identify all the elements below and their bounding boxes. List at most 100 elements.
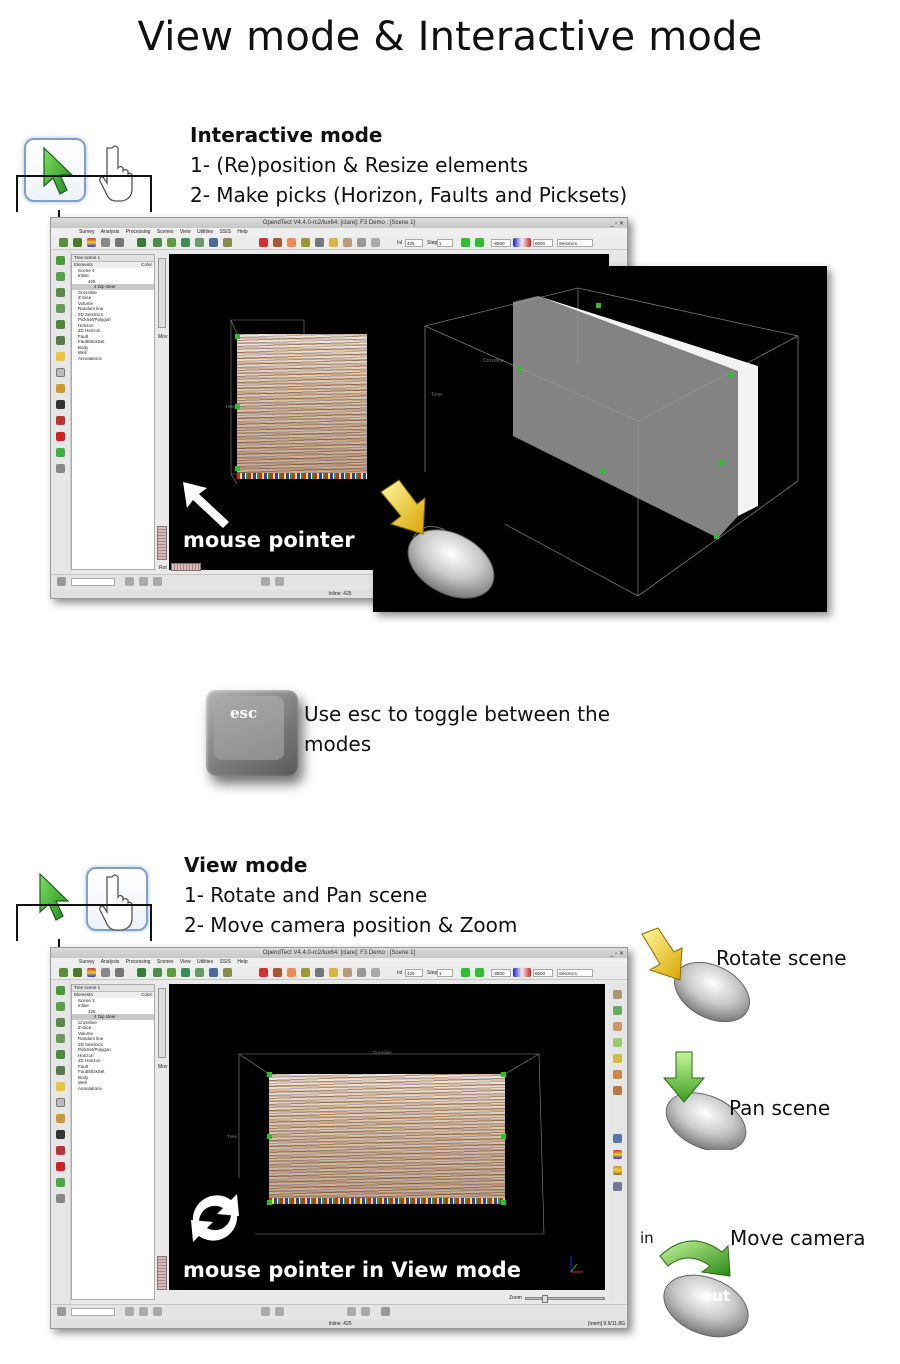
right-tool-icon[interactable]	[613, 1182, 622, 1191]
zoom-slider[interactable]	[525, 1295, 605, 1303]
cross-icon[interactable]	[115, 238, 124, 247]
handle-dot[interactable]	[267, 1200, 272, 1205]
menu-analysis[interactable]: Analysis	[101, 959, 120, 965]
zoom-tool-icon[interactable]	[56, 272, 65, 281]
wizard-icon[interactable]	[153, 968, 162, 977]
menu-processing[interactable]: Processing	[126, 959, 151, 965]
prev-arrow-icon[interactable]	[461, 968, 470, 977]
window-controls[interactable]: _ ▫ ✕	[610, 219, 624, 229]
colortable-select[interactable]: Seismics	[557, 239, 593, 247]
scissors-icon[interactable]	[57, 577, 66, 586]
handle-dot[interactable]	[501, 1200, 506, 1205]
colorbar-icon[interactable]	[513, 238, 531, 247]
crossplot-icon[interactable]	[273, 968, 282, 977]
colorbar-icon[interactable]	[513, 968, 531, 977]
tree-item[interactable]: Annotations	[72, 356, 154, 362]
survey-icon[interactable]	[59, 968, 68, 977]
handle-dot[interactable]	[501, 1072, 506, 1077]
mov-slider[interactable]	[158, 258, 166, 328]
ruler-tool-icon[interactable]	[56, 448, 65, 457]
connect-icon[interactable]	[153, 1307, 162, 1316]
chart-icon[interactable]	[223, 238, 232, 247]
handle-dot[interactable]	[601, 468, 606, 473]
menu-help[interactable]: Help	[237, 229, 247, 235]
pencil-tool-icon[interactable]	[56, 352, 65, 361]
import-icon[interactable]	[73, 968, 82, 977]
fit-tool-icon[interactable]	[56, 1034, 65, 1043]
3d-scene-panel[interactable]: Crossline Time	[373, 266, 827, 612]
list-icon[interactable]	[101, 968, 110, 977]
colortable-icon[interactable]	[87, 238, 96, 247]
pdf-icon[interactable]	[259, 238, 268, 247]
route-icon[interactable]	[125, 577, 134, 586]
menu-scenes[interactable]: Scenes	[157, 229, 174, 235]
handle-dot[interactable]	[596, 303, 601, 308]
node-icon[interactable]	[139, 1307, 148, 1316]
stereo-tool-icon[interactable]	[56, 1146, 65, 1155]
save-icon[interactable]	[381, 1307, 390, 1316]
cube-tool-icon[interactable]	[56, 336, 65, 345]
right-tool-icon[interactable]	[613, 1006, 622, 1015]
seismic-inline-section[interactable]	[269, 1074, 505, 1204]
cross-icon[interactable]	[115, 968, 124, 977]
crossplot-icon[interactable]	[273, 238, 282, 247]
tree-item[interactable]: Annotations	[72, 1086, 154, 1092]
axis-tool-icon[interactable]	[56, 1050, 65, 1059]
menu-processing[interactable]: Processing	[126, 229, 151, 235]
handle-dot[interactable]	[517, 366, 522, 371]
colortable-icon[interactable]	[87, 968, 96, 977]
wizard-icon[interactable]	[153, 238, 162, 247]
right-tool-icon[interactable]	[613, 1134, 622, 1143]
colortable-select[interactable]: Seismics	[557, 969, 593, 977]
menu-view[interactable]: View	[180, 229, 191, 235]
node-icon[interactable]	[139, 577, 148, 586]
handle-dot[interactable]	[719, 460, 724, 465]
grid-icon[interactable]	[357, 238, 366, 247]
redo-icon[interactable]	[361, 1307, 370, 1316]
rot-wheel[interactable]	[171, 563, 201, 571]
layer-icon[interactable]	[195, 968, 204, 977]
eye-icon[interactable]	[315, 238, 324, 247]
right-tool-icon[interactable]	[613, 990, 622, 999]
camera-tool-icon[interactable]	[56, 400, 65, 409]
chart-icon[interactable]	[223, 968, 232, 977]
back-arrow-icon[interactable]	[261, 577, 270, 586]
zoom-slider-knob[interactable]	[542, 1295, 548, 1303]
eye-icon[interactable]	[315, 968, 324, 977]
handle-dot[interactable]	[235, 334, 240, 339]
attribute-icon[interactable]	[137, 968, 146, 977]
text-icon[interactable]	[329, 968, 338, 977]
right-tool-icon[interactable]	[613, 1070, 622, 1079]
menu-ssis[interactable]: SSIS	[220, 959, 231, 965]
flag-tool-icon[interactable]	[56, 1162, 65, 1171]
next-arrow-icon[interactable]	[475, 238, 484, 247]
menu-utilities[interactable]: Utilities	[197, 959, 213, 965]
menu-scenes[interactable]: Scenes	[157, 959, 174, 965]
inl-field[interactable]: 425	[405, 239, 423, 247]
handle-dot[interactable]	[714, 534, 719, 539]
handle-dot[interactable]	[729, 372, 734, 377]
range-min-field[interactable]: -8500	[491, 969, 511, 977]
fit-tool-icon[interactable]	[56, 304, 65, 313]
handle-dot[interactable]	[235, 466, 240, 471]
range-max-field[interactable]: 8500	[533, 969, 553, 977]
stereo-tool-icon[interactable]	[56, 416, 65, 425]
connect-icon[interactable]	[153, 577, 162, 586]
tool-icon[interactable]	[343, 238, 352, 247]
range-min-field[interactable]: -8500	[491, 239, 511, 247]
menu-survey[interactable]: Survey	[79, 959, 95, 965]
inl-field[interactable]: 425	[405, 969, 423, 977]
menu-ssis[interactable]: SSIS	[220, 229, 231, 235]
handle-dot[interactable]	[267, 1134, 272, 1139]
mode-select[interactable]	[71, 578, 115, 586]
prev-arrow-icon[interactable]	[461, 238, 470, 247]
scissors-icon[interactable]	[57, 1307, 66, 1316]
select-tool-icon[interactable]	[56, 256, 65, 265]
ruler-tool-icon[interactable]	[56, 1178, 65, 1187]
view-tool-icon[interactable]	[56, 288, 65, 297]
back-arrow-icon[interactable]	[261, 1307, 270, 1316]
menu-survey[interactable]: Survey	[79, 229, 95, 235]
handle-dot[interactable]	[501, 1134, 506, 1139]
pencil-tool-icon[interactable]	[56, 1082, 65, 1091]
horizon-icon[interactable]	[181, 968, 190, 977]
